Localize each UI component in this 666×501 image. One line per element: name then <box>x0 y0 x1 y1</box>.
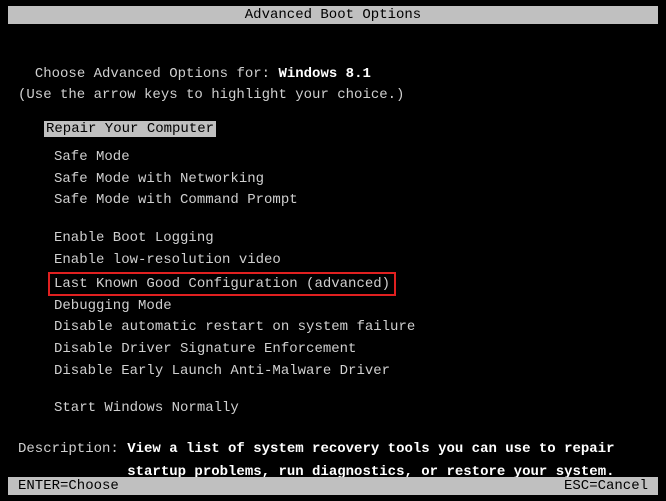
menu-item-safe-mode[interactable]: Safe Mode <box>54 147 658 169</box>
footer-bar: ENTER=Choose ESC=Cancel <box>8 477 658 495</box>
menu-item-safe-mode-with-command-prompt[interactable]: Safe Mode with Command Prompt <box>54 190 658 212</box>
menu-item-enable-low-resolution-video[interactable]: Enable low-resolution video <box>54 250 658 272</box>
os-name: Windows 8.1 <box>278 66 370 82</box>
title-bar: Advanced Boot Options <box>8 6 658 24</box>
menu-item-disable-driver-signature-enforcement[interactable]: Disable Driver Signature Enforcement <box>54 339 658 361</box>
description-line1: View a list of system recovery tools you… <box>127 441 614 457</box>
menu-item-debugging-mode[interactable]: Debugging Mode <box>54 296 658 318</box>
intro-prefix: Choose Advanced Options for: <box>35 66 279 82</box>
description-label: Description: <box>18 441 127 457</box>
hint-line: (Use the arrow keys to highlight your ch… <box>18 85 648 107</box>
footer-esc: ESC=Cancel <box>564 478 648 494</box>
boot-menu: Safe ModeSafe Mode with NetworkingSafe M… <box>54 147 658 420</box>
menu-item-last-known-good-configuration-advanced[interactable]: Last Known Good Configuration (advanced) <box>48 272 396 296</box>
intro-line: Choose Advanced Options for: Windows 8.1 <box>18 42 648 85</box>
menu-item-disable-early-launch-anti-malware-driver[interactable]: Disable Early Launch Anti-Malware Driver <box>54 361 658 383</box>
menu-item-safe-mode-with-networking[interactable]: Safe Mode with Networking <box>54 169 658 191</box>
menu-item-start-windows-normally[interactable]: Start Windows Normally <box>54 398 658 420</box>
footer-enter: ENTER=Choose <box>18 478 119 494</box>
page-title: Advanced Boot Options <box>245 7 421 23</box>
menu-item-disable-automatic-restart-on-system-failure[interactable]: Disable automatic restart on system fail… <box>54 317 658 339</box>
menu-item-enable-boot-logging[interactable]: Enable Boot Logging <box>54 228 658 250</box>
menu-item-repair-your-computer[interactable]: Repair Your Computer <box>44 121 216 137</box>
